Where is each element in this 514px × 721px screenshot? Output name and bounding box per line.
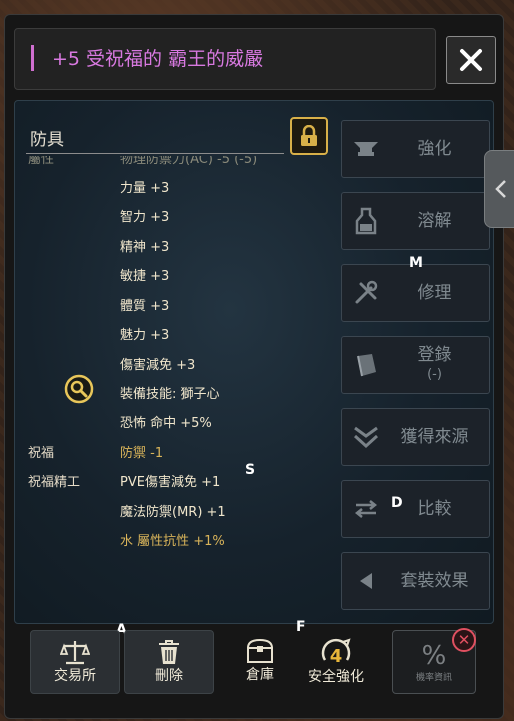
- acquire-source-label: 獲得來源: [400, 427, 469, 447]
- enhance-label: 強化: [417, 139, 452, 159]
- register-button[interactable]: 登錄 (-): [341, 336, 490, 394]
- set-effect-label: 套裝效果: [400, 571, 469, 591]
- marker-s: S: [245, 462, 256, 478]
- cut-row-value: 物理防禦力(AC) -5 (-5): [120, 156, 258, 167]
- blessing-craft-value: 魔法防禦(MR) +1: [120, 505, 226, 520]
- stat-line: 魅力 +3: [120, 328, 170, 343]
- book-icon: [342, 352, 390, 378]
- swap-icon: [342, 498, 390, 520]
- item-title: +5 受祝福的 霸王的威嚴: [52, 48, 264, 70]
- blessing-label: 祝福: [28, 446, 55, 461]
- tools-icon: [342, 280, 390, 306]
- probability-close-icon[interactable]: ✕: [452, 628, 476, 652]
- dissolve-label: 溶解: [417, 211, 452, 231]
- trash-icon: [159, 640, 179, 664]
- exchange-button[interactable]: 交易所: [30, 630, 120, 694]
- stats-list[interactable]: 屬性 物理防禦力(AC) -5 (-5) 力量 +3 智力 +3 精神 +3 敏…: [20, 156, 332, 556]
- close-button[interactable]: [446, 36, 496, 84]
- blessing-craft-label: 祝福精工: [28, 475, 81, 490]
- scale-icon: [60, 641, 90, 665]
- enhance-button[interactable]: 強化: [341, 120, 490, 178]
- repair-label: 修理: [417, 283, 452, 303]
- compare-label: 比較: [417, 499, 452, 519]
- stat-line: 精神 +3: [120, 240, 170, 255]
- blessing-value: 防禦 -1: [120, 446, 164, 461]
- stat-line: 敏捷 +3: [120, 269, 170, 284]
- safe-enhance-button[interactable]: 4 安全強化: [298, 630, 374, 692]
- stat-line: 恐怖 命中 +5%: [120, 416, 212, 431]
- acquire-source-button[interactable]: 獲得來源: [341, 408, 490, 466]
- category-divider: [26, 153, 284, 154]
- blessing-craft-value: PVE傷害減免 +1: [120, 475, 221, 490]
- anvil-icon: [342, 139, 390, 159]
- register-label-main: 登錄: [417, 345, 452, 365]
- repair-button[interactable]: 修理: [341, 264, 490, 322]
- stat-line: 體質 +3: [120, 299, 170, 314]
- warehouse-label: 倉庫: [246, 667, 274, 683]
- source-icon: [342, 424, 390, 450]
- chevron-left-icon: [495, 180, 506, 198]
- lock-icon: [301, 125, 317, 146]
- magnifier-icon[interactable]: [64, 374, 94, 404]
- blessing-craft-value: 水 屬性抗性 +1%: [120, 534, 225, 549]
- set-effect-button[interactable]: 套裝效果: [341, 552, 490, 610]
- percent-icon: %: [421, 640, 447, 671]
- safe-enhance-label: 安全強化: [308, 669, 364, 685]
- register-label-sub: (-): [427, 367, 442, 382]
- dissolve-button[interactable]: 溶解: [341, 192, 490, 250]
- probability-info-label: 機率資訊: [415, 672, 452, 683]
- title-marker: [31, 45, 34, 71]
- bottle-icon: [342, 207, 390, 235]
- stat-line: 裝備技能: 獅子心: [120, 387, 220, 402]
- delete-button[interactable]: 刪除: [124, 630, 214, 694]
- register-label: 登錄 (-): [390, 345, 489, 385]
- stat-line: 傷害減免 +3: [120, 358, 196, 373]
- side-expand-tab[interactable]: [484, 150, 514, 228]
- stat-line: 力量 +3: [120, 181, 170, 196]
- compare-button[interactable]: 比較: [341, 480, 490, 538]
- stat-line: 智力 +3: [120, 210, 170, 225]
- safe-enchant-icon: 4: [321, 638, 351, 666]
- lock-button[interactable]: [290, 117, 328, 155]
- item-category: 防具: [30, 130, 64, 150]
- cut-row-label: 屬性: [28, 156, 55, 167]
- chest-icon: [246, 638, 274, 663]
- marker-d: D: [391, 495, 403, 511]
- safe-enchant-badge: 4: [330, 646, 343, 666]
- triangle-left-icon: [342, 572, 390, 590]
- delete-label: 刪除: [155, 668, 183, 684]
- exchange-label: 交易所: [54, 668, 96, 684]
- warehouse-button[interactable]: 倉庫: [226, 630, 294, 692]
- marker-m: M: [409, 255, 423, 271]
- close-icon: [460, 49, 482, 71]
